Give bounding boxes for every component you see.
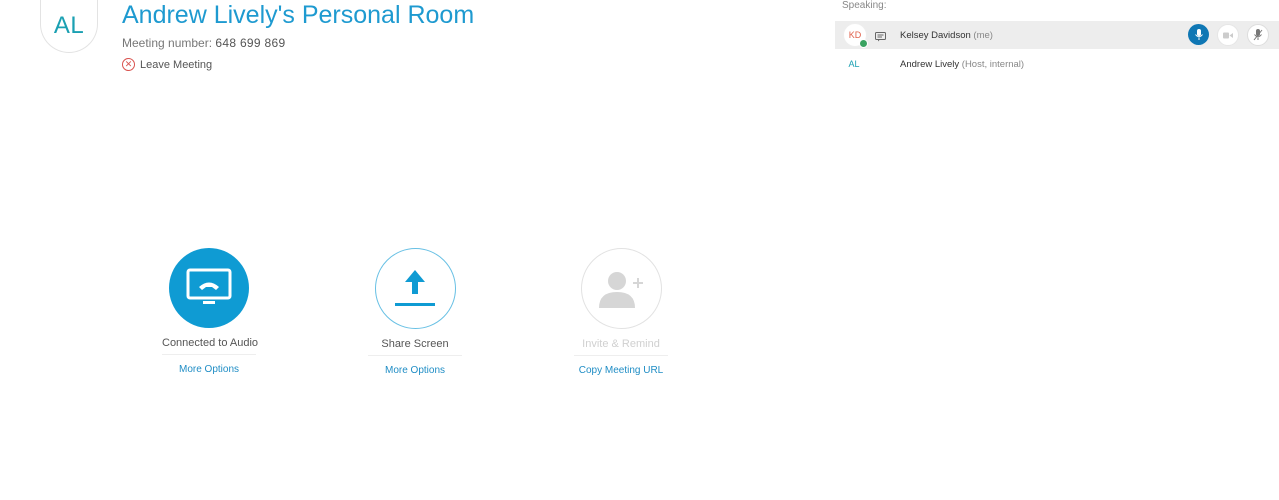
host-avatar: AL: [40, 0, 98, 53]
chat-icon[interactable]: [875, 29, 886, 47]
meeting-number-label: Meeting number:: [122, 36, 213, 50]
audio-button[interactable]: [169, 248, 249, 328]
microphone-button[interactable]: [1188, 24, 1209, 45]
host-initials: AL: [53, 12, 85, 39]
audio-connected-icon: [186, 268, 232, 304]
video-camera-icon: [1223, 32, 1233, 38]
meeting-number: Meeting number: 648 699 869: [122, 36, 285, 50]
video-button[interactable]: [1217, 24, 1239, 46]
participant-name: Andrew Lively (Host, internal): [900, 59, 1024, 70]
meeting-number-value: 648 699 869: [215, 36, 286, 50]
audio-more-options-link[interactable]: More Options: [139, 364, 279, 375]
share-action: Share Screen More Options: [345, 248, 485, 376]
upload-arrow-icon: [395, 269, 435, 306]
participant-initials: KD: [848, 30, 862, 40]
share-screen-button[interactable]: [374, 248, 456, 329]
share-more-options-link[interactable]: More Options: [345, 365, 485, 376]
audio-status-label: Connected to Audio: [162, 337, 258, 355]
close-circle-icon: ✕: [122, 58, 135, 71]
invite-action: Invite & Remind Copy Meeting URL: [551, 248, 691, 376]
participant-role: (me): [973, 29, 993, 41]
participant-avatar: KD: [843, 23, 868, 48]
participant-name-text: Kelsey Davidson: [900, 29, 971, 41]
mute-participant-button[interactable]: [1247, 24, 1269, 46]
leave-meeting-button[interactable]: ✕ Leave Meeting: [122, 58, 212, 71]
add-user-icon: [599, 271, 643, 308]
participant-row[interactable]: AL Andrew Lively (Host, internal): [835, 50, 1279, 78]
participant-row[interactable]: KD Kelsey Davidson (me): [835, 21, 1279, 49]
invite-button: [580, 248, 662, 329]
participant-name: Kelsey Davidson (me): [900, 30, 993, 41]
participant-initials: AL: [848, 59, 860, 69]
share-screen-label: Share Screen: [368, 338, 462, 356]
speaking-label: Speaking:: [842, 0, 887, 11]
copy-meeting-url-link[interactable]: Copy Meeting URL: [551, 365, 691, 376]
microphone-muted-icon: [1253, 29, 1263, 41]
participant-avatar: AL: [843, 53, 865, 75]
leave-meeting-label: Leave Meeting: [140, 58, 213, 71]
page-title: Andrew Lively's Personal Room: [122, 1, 475, 29]
audio-action: Connected to Audio More Options: [139, 248, 279, 375]
participant-role: (Host, internal): [961, 58, 1025, 70]
presence-icon: [859, 39, 868, 48]
invite-remind-label: Invite & Remind: [574, 338, 668, 356]
microphone-icon: [1194, 28, 1203, 40]
participant-name-text: Andrew Lively: [900, 58, 960, 70]
